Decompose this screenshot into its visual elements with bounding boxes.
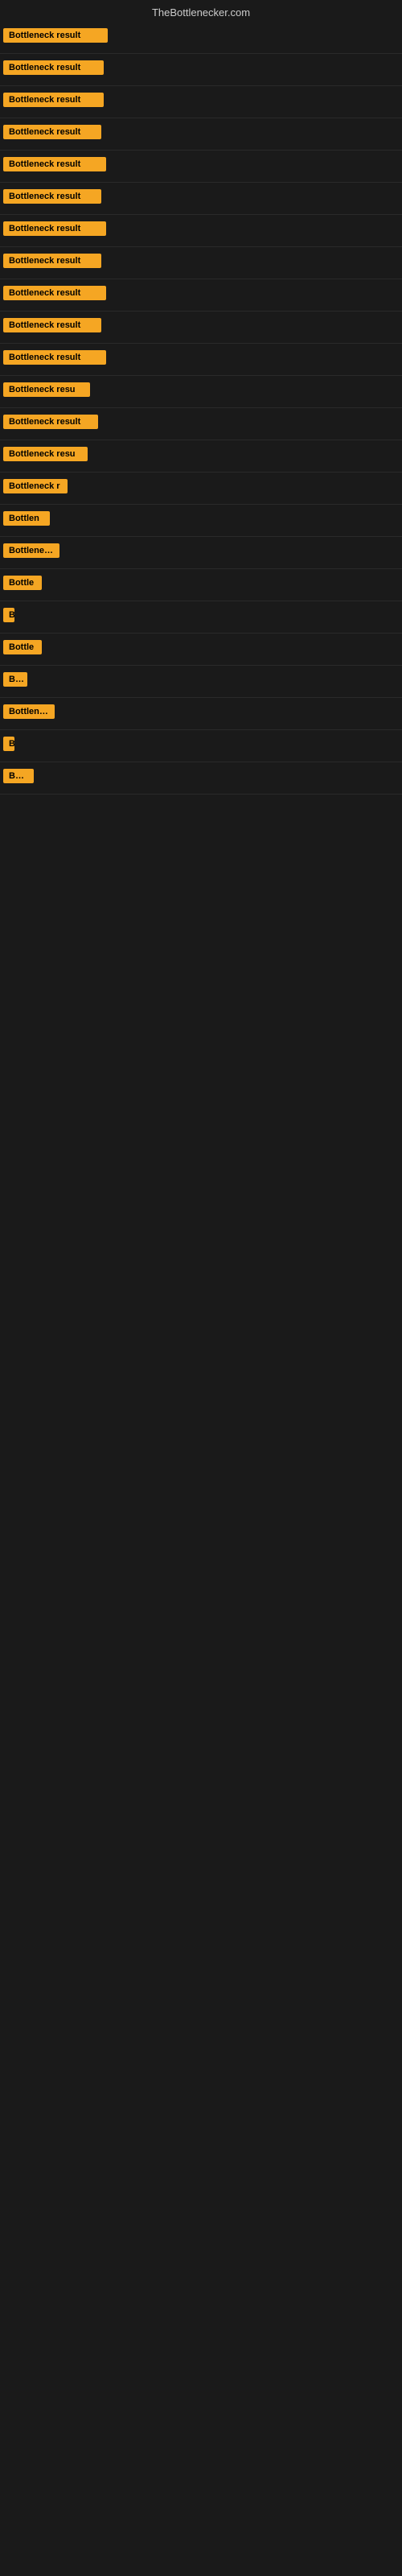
bottleneck-badge[interactable]: Bottleneck: [3, 543, 59, 558]
bottleneck-badge[interactable]: B: [3, 608, 14, 622]
result-item: Bottleneck r: [0, 473, 402, 505]
result-item: B: [0, 601, 402, 634]
bottleneck-badge[interactable]: Bottlen: [3, 511, 50, 526]
bottleneck-badge[interactable]: Bottleneck resu: [3, 382, 90, 397]
bottleneck-badge[interactable]: Bottleneck result: [3, 28, 108, 43]
bottleneck-badge[interactable]: Bottleneck r: [3, 479, 68, 493]
result-item: Bottleneck result: [0, 22, 402, 54]
bottleneck-badge[interactable]: Bottle: [3, 640, 42, 654]
bottleneck-badge[interactable]: Bottleneck result: [3, 350, 106, 365]
results-container: Bottleneck result Bottleneck result Bottle…: [0, 22, 402, 795]
bottleneck-badge[interactable]: Bottlenec: [3, 704, 55, 719]
result-item: Bottl: [0, 762, 402, 795]
bottleneck-badge[interactable]: Bottleneck result: [3, 415, 98, 429]
result-item: Bottleneck result: [0, 344, 402, 376]
result-item: Bottleneck result: [0, 247, 402, 279]
site-title: TheBottlenecker.com: [152, 6, 250, 19]
bottleneck-badge[interactable]: Bottleneck result: [3, 125, 101, 139]
result-item: Bottleneck resu: [0, 376, 402, 408]
bottleneck-badge[interactable]: B: [3, 737, 14, 751]
bottleneck-badge[interactable]: Bottleneck result: [3, 189, 101, 204]
result-item: Bottleneck: [0, 537, 402, 569]
result-item: Bottle: [0, 634, 402, 666]
bottleneck-badge[interactable]: Bottleneck result: [3, 254, 101, 268]
result-item: B: [0, 730, 402, 762]
result-item: Bottleneck result: [0, 279, 402, 312]
result-item: Bottleneck result: [0, 408, 402, 440]
site-header: TheBottlenecker.com: [0, 0, 402, 22]
result-item: Bottle: [0, 569, 402, 601]
result-item: Bottleneck result: [0, 215, 402, 247]
bottleneck-badge[interactable]: Bottleneck result: [3, 60, 104, 75]
result-item: Bottlenec: [0, 698, 402, 730]
bottleneck-badge[interactable]: Bot: [3, 672, 27, 687]
result-item: Bot: [0, 666, 402, 698]
result-item: Bottlen: [0, 505, 402, 537]
result-item: Bottleneck result: [0, 54, 402, 86]
result-item: Bottleneck result: [0, 183, 402, 215]
result-item: Bottleneck resu: [0, 440, 402, 473]
bottleneck-badge[interactable]: Bottleneck result: [3, 221, 106, 236]
bottleneck-badge[interactable]: Bottleneck result: [3, 93, 104, 107]
result-item: Bottleneck result: [0, 312, 402, 344]
bottleneck-badge[interactable]: Bottl: [3, 769, 34, 783]
bottleneck-badge[interactable]: Bottleneck result: [3, 318, 101, 332]
bottleneck-badge[interactable]: Bottleneck resu: [3, 447, 88, 461]
bottleneck-badge[interactable]: Bottleneck result: [3, 157, 106, 171]
bottleneck-badge[interactable]: Bottle: [3, 576, 42, 590]
result-item: Bottleneck result: [0, 118, 402, 151]
bottleneck-badge[interactable]: Bottleneck result: [3, 286, 106, 300]
result-item: Bottleneck result: [0, 86, 402, 118]
result-item: Bottleneck result: [0, 151, 402, 183]
